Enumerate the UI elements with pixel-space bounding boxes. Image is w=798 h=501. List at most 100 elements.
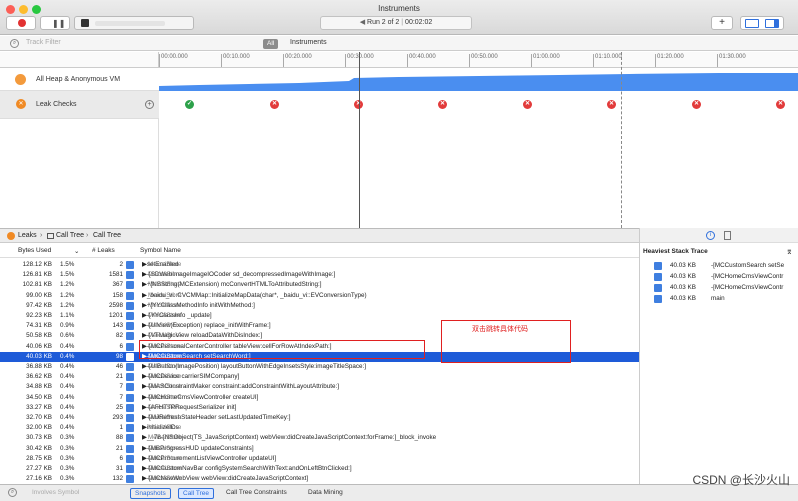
leak-checks-label: Leak Checks [36, 101, 77, 108]
add-leak-check-icon[interactable]: + [145, 100, 154, 109]
all-filter-button[interactable]: All [263, 39, 279, 49]
user-frame-icon [126, 271, 134, 280]
user-frame-icon [126, 291, 134, 300]
track-filter-input[interactable]: Track Filter [26, 39, 61, 46]
involves-symbol-input[interactable]: Involves Symbol [32, 489, 79, 496]
extended-detail-panel: i Heaviest Stack Trace ⌆ 40.03 KB -[MCCus… [639, 228, 798, 484]
frame-size: 40.03 KB [670, 295, 696, 302]
leak-check-ok-icon[interactable]: ✓ [185, 100, 194, 109]
crumb-leaks[interactable]: Leaks [18, 232, 37, 239]
table-row[interactable]: 99.00 KB 1.2% 158 ▶_baidu_vi::CVCMMap::Init… [0, 291, 639, 301]
stack-frame[interactable]: 40.03 KB -[MCHomeCmsViewContr [640, 271, 798, 282]
record-button[interactable] [6, 16, 36, 30]
user-frame-icon [126, 414, 134, 422]
bytes-used: 30.42 KB [26, 444, 52, 452]
user-frame-icon [126, 342, 134, 351]
leak-detected-icon[interactable]: ✕ [523, 100, 532, 109]
bytes-used: 27.27 KB [26, 465, 52, 472]
target-selector[interactable] [74, 16, 194, 30]
stack-frame[interactable]: 40.03 KB main [640, 293, 798, 304]
inspector-pane-icon[interactable] [765, 19, 779, 28]
symbol-name-column[interactable]: Symbol Name [140, 247, 181, 254]
view-toggle-group[interactable] [740, 16, 784, 30]
bytes-percent: 1.2% [60, 291, 75, 299]
table-row[interactable]: 97.42 KB 1.2% 2598 ▶+[YYClassMethodInfo ini… [0, 301, 639, 311]
bytes-percent: 0.4% [60, 403, 75, 411]
leak-detected-icon[interactable]: ✕ [692, 100, 701, 109]
leak-count: 6 [119, 454, 123, 462]
stack-options-icon[interactable]: ⌆ [786, 247, 793, 256]
library-name: MeicaiStore [148, 403, 182, 411]
sort-desc-icon[interactable]: ⌄ [74, 247, 79, 255]
bytes-percent: 0.3% [60, 444, 75, 452]
table-row[interactable]: 102.81 KB 1.2% 367 ▶+[NSString(MCExtension)… [0, 280, 639, 290]
document-icon[interactable] [724, 231, 731, 240]
pause-button[interactable]: ❚❚ [40, 16, 70, 30]
timeline-ruler[interactable]: 00:00.000 00:10.000 00:20.000 00:30.000 00:4… [159, 52, 798, 68]
instruments-filter-button[interactable]: Instruments [290, 39, 327, 46]
user-frame-icon [126, 312, 134, 320]
crumb-calltree-2[interactable]: Call Tree [93, 232, 121, 239]
table-row[interactable]: 30.42 KB 0.3% 21 ▶-[MBProgressHUD updateCon… [0, 444, 639, 454]
add-instrument-button[interactable]: + [711, 16, 733, 30]
user-frame-icon [654, 262, 662, 270]
table-row[interactable]: 32.70 KB 0.4% 293 ▶-[MJRefreshStateHeader s… [0, 413, 639, 423]
bytes-used-column[interactable]: Bytes Used [18, 247, 51, 254]
stack-frame[interactable]: 40.03 KB -[MCHomeCmsViewContr [640, 282, 798, 293]
table-row[interactable]: 32.00 KB 0.4% 1 ▶initializeIDs MeicaiStore [0, 423, 639, 433]
table-row[interactable]: 128.12 KB 1.5% 2 ▶setEnabled MeicaiStore [0, 260, 639, 270]
user-frame-icon [654, 284, 662, 292]
bytes-used: 126.81 KB [22, 271, 52, 279]
leak-count: 6 [119, 342, 123, 350]
run-prev-icon[interactable]: ◀ [360, 19, 367, 26]
leak-count: 21 [115, 444, 123, 452]
leak-count: 132 [112, 475, 123, 483]
tab-call-tree-constraints[interactable]: Call Tree Constraints [222, 488, 291, 499]
playhead[interactable] [359, 52, 360, 228]
bytes-used: 34.88 KB [26, 383, 52, 391]
info-icon[interactable]: i [706, 231, 715, 240]
user-frame-icon [126, 332, 134, 341]
bytes-percent: 1.5% [60, 261, 75, 268]
table-row[interactable]: 27.27 KB 0.3% 31 ▶-[MCCustomNavBar configSy… [0, 464, 639, 474]
leaks-column[interactable]: # Leaks [92, 247, 115, 254]
tab-snapshots[interactable]: Snapshots [130, 488, 171, 499]
leak-detected-icon[interactable]: ✕ [607, 100, 616, 109]
library-name: MeicaiStore [148, 424, 182, 432]
leak-count: 98 [115, 352, 123, 360]
leak-checks-track[interactable]: ✕ Leak Checks + ✓✕✕✕✕✕✕✕ [0, 91, 798, 119]
leak-detected-icon[interactable]: ✕ [270, 100, 279, 109]
table-row[interactable]: 36.88 KB 0.4% 46 ▶-[UIButton(ImagePosition)… [0, 362, 639, 372]
record-icon [18, 19, 26, 27]
tab-data-mining[interactable]: Data Mining [304, 488, 347, 499]
table-row[interactable]: 34.88 KB 0.4% 7 ▶-[MASConstraintMaker const… [0, 382, 639, 392]
leak-count: 1201 [108, 312, 123, 319]
table-row[interactable]: 36.62 KB 0.4% 21 ▶-[MCDevice carrierSIMComp… [0, 372, 639, 382]
filter-icon: ⌕ [10, 39, 19, 48]
leak-count: 21 [115, 373, 123, 381]
leak-detected-icon[interactable]: ✕ [438, 100, 447, 109]
table-row[interactable]: 126.81 KB 1.5% 1581 ▶-[SDWebImageImageIOCod… [0, 270, 639, 280]
user-frame-icon [126, 301, 134, 310]
table-row[interactable]: 34.50 KB 0.4% 7 ▶-[MCHomeCmsViewController … [0, 393, 639, 403]
table-row[interactable]: 33.27 KB 0.4% 25 ▶-[AFHTTPRequestSerializer… [0, 403, 639, 413]
stack-frame[interactable]: 40.03 KB -[MCCustomSearch setSe [640, 260, 798, 271]
leak-detected-icon[interactable]: ✕ [776, 100, 785, 109]
table-row[interactable]: 27.16 KB 0.3% 132 ▶-[MCNewWebView webView:d… [0, 474, 639, 484]
run-selector[interactable]: ◀ Run 2 of 2 | 00:02:02 [320, 16, 472, 30]
ruler-tick: 00:00.000 [159, 54, 188, 67]
heap-track[interactable]: All Heap & Anonymous VM [0, 69, 798, 91]
library-name: MeicaiStore [148, 414, 182, 421]
tab-call-tree[interactable]: Call Tree [178, 488, 215, 499]
leak-count: 293 [112, 414, 123, 421]
bytes-used: 34.50 KB [26, 393, 52, 401]
table-row[interactable]: 30.73 KB 0.3% 88 ▶__78-[NSObject(TS_JavaScr… [0, 433, 639, 443]
bytes-used: 27.16 KB [26, 475, 52, 483]
detail-pane-icon[interactable] [745, 19, 759, 28]
table-row[interactable]: 28.75 KB 0.3% 6 ▶-[MCProcurementListViewCon… [0, 454, 639, 464]
leak-checks-lane[interactable]: ✓✕✕✕✕✕✕✕ [159, 91, 798, 119]
inspection-range-end[interactable] [621, 52, 622, 228]
bytes-used: 32.70 KB [26, 414, 52, 421]
heaviest-stack-title: Heaviest Stack Trace [643, 248, 708, 255]
crumb-calltree[interactable]: Call Tree [56, 232, 84, 239]
